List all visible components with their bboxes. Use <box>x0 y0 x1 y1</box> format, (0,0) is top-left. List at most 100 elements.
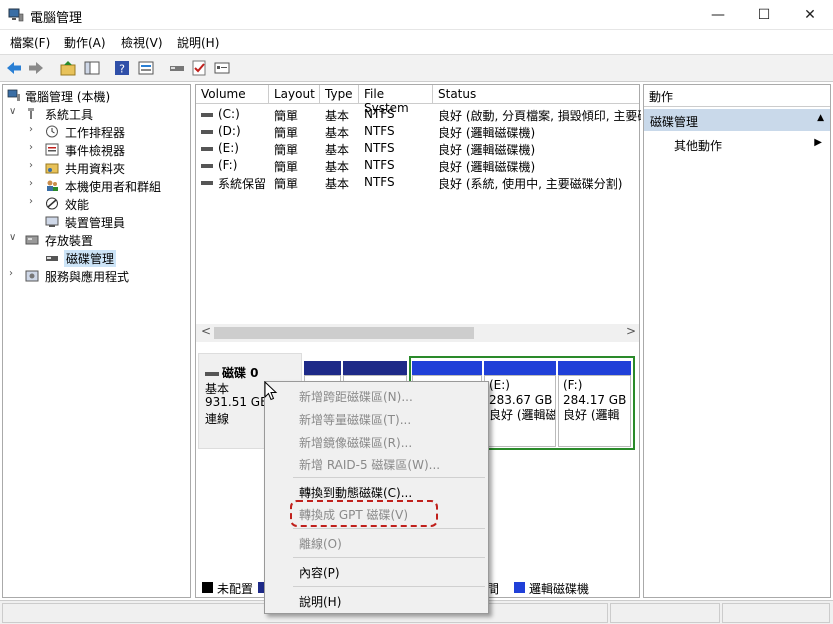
chevron-right-icon[interactable]: › <box>29 142 41 153</box>
volume-layout: 簡單 <box>274 126 299 140</box>
drive-icon <box>201 181 213 185</box>
chevron-right-icon[interactable]: › <box>29 124 41 135</box>
volume-type: 基本 <box>325 126 350 140</box>
partition-size: 284.17 GB <box>563 393 627 407</box>
menu-help[interactable]: 說明(H) <box>177 34 219 51</box>
chevron-right-icon[interactable]: › <box>29 160 41 171</box>
users-icon <box>47 180 58 191</box>
checklist-icon[interactable] <box>190 59 208 77</box>
disk-rescan-icon[interactable] <box>168 59 186 77</box>
mouse-cursor-icon <box>264 381 278 401</box>
chevron-right-icon[interactable]: › <box>29 196 41 207</box>
partition-size: 283.67 GB <box>489 393 553 407</box>
volume-name: 系統保留 <box>218 177 267 191</box>
svg-text:?: ? <box>119 63 125 76</box>
partition-label: (F:) <box>563 378 583 392</box>
settings-panel-icon[interactable] <box>213 59 231 77</box>
collapse-up-icon[interactable]: ▲ <box>817 113 824 123</box>
menu-item-new-striped-volume[interactable]: 新增等量磁碟區(T)... <box>299 411 411 428</box>
menu-item-convert-dynamic[interactable]: 轉換到動態磁碟(C)... <box>299 484 412 501</box>
menu-item-offline[interactable]: 離線(O) <box>299 535 342 552</box>
tree-label: 服務與應用程式 <box>45 270 130 284</box>
column-header-layout[interactable]: Layout <box>269 85 320 104</box>
maximize-button[interactable]: ☐ <box>741 0 787 30</box>
legend-label-logical: 邏輯磁碟機 <box>529 582 590 596</box>
up-folder-icon[interactable] <box>59 59 77 77</box>
partition-bar-primary <box>343 361 407 375</box>
volume-layout: 簡單 <box>274 143 299 157</box>
help-icon[interactable]: ? <box>113 59 131 77</box>
submenu-arrow-icon[interactable]: ▶ <box>814 137 822 148</box>
tree-label: 存放裝置 <box>45 234 94 248</box>
scroll-right-icon[interactable]: > <box>626 324 636 338</box>
tree-label: 效能 <box>65 198 90 212</box>
column-header-volume[interactable]: Volume <box>196 85 269 104</box>
partition-status: 良好 (邏輯磁 <box>489 408 556 422</box>
volume-type: 基本 <box>325 143 350 157</box>
volume-status: 良好 (邏輯磁碟機) <box>438 126 536 140</box>
menu-action[interactable]: 動作(A) <box>64 34 106 51</box>
performance-icon <box>46 197 58 210</box>
volume-status: 良好 (邏輯磁碟機) <box>438 160 536 174</box>
volume-type: 基本 <box>325 177 350 191</box>
title-bar: 電腦管理 — ☐ ✕ <box>0 0 833 30</box>
chevron-right-icon[interactable]: › <box>9 268 21 279</box>
more-actions-item[interactable]: 其他動作 <box>674 137 722 154</box>
back-arrow-icon[interactable] <box>5 59 23 77</box>
table-row[interactable]: (C:) 簡單 基本 NTFS 良好 (啟動, 分頁檔案, 損毀傾印, 主要磁 <box>196 106 641 123</box>
chevron-right-icon[interactable]: › <box>29 178 41 189</box>
drive-icon <box>201 130 213 134</box>
horizontal-scrollbar[interactable]: < > <box>196 324 639 342</box>
tree-label: 共用資料夾 <box>65 162 126 176</box>
tools-icon <box>28 108 34 119</box>
volume-fs: NTFS <box>364 158 395 172</box>
table-row[interactable]: (D:) 簡單 基本 NTFS 良好 (邏輯磁碟機) <box>196 123 641 140</box>
menu-item-new-raid5-volume[interactable]: 新增 RAID-5 磁碟區(W)... <box>299 456 440 473</box>
disk-size: 931.51 GB <box>205 395 269 409</box>
table-row[interactable]: 系統保留 簡單 基本 NTFS 良好 (系統, 使用中, 主要磁碟分割) <box>196 174 641 191</box>
status-segment <box>610 603 720 623</box>
storage-icon <box>25 235 39 245</box>
chevron-down-icon[interactable]: ∨ <box>9 106 21 117</box>
close-button[interactable]: ✕ <box>787 0 833 30</box>
device-manager-icon <box>45 216 59 227</box>
menu-view[interactable]: 檢視(V) <box>121 34 163 51</box>
properties-view-icon[interactable] <box>137 59 155 77</box>
partition-bar-logical <box>412 361 482 375</box>
menu-separator <box>293 477 485 478</box>
toolbar: ? <box>0 54 833 82</box>
shared-folder-icon <box>45 163 59 174</box>
partition-bar-logical <box>484 361 556 375</box>
column-header-status[interactable]: Status <box>433 85 639 104</box>
tree-label: 系統工具 <box>45 108 94 122</box>
minimize-button[interactable]: — <box>695 0 741 30</box>
menu-item-help[interactable]: 說明(H) <box>299 593 341 610</box>
legend-swatch-unallocated <box>202 582 213 593</box>
menu-item-new-spanned-volume[interactable]: 新增跨距磁碟區(N)... <box>299 388 413 405</box>
table-row[interactable]: (E:) 簡單 基本 NTFS 良好 (邏輯磁碟機) <box>196 140 641 157</box>
legend-swatch-logical <box>514 582 525 593</box>
table-row[interactable]: (F:) 簡單 基本 NTFS 良好 (邏輯磁碟機) <box>196 157 641 174</box>
partition-f[interactable]: (F:) 284.17 GB 良好 (邏輯 <box>558 375 631 447</box>
partition-e[interactable]: (E:) 283.67 GB 良好 (邏輯磁 <box>484 375 556 447</box>
legend-label-unallocated: 未配置 <box>217 582 254 596</box>
menu-file[interactable]: 檔案(F) <box>10 34 50 51</box>
section-label: 磁碟管理 <box>650 115 699 129</box>
volume-layout: 簡單 <box>274 109 299 123</box>
column-header-type[interactable]: Type <box>320 85 359 104</box>
forward-arrow-icon[interactable] <box>27 59 45 77</box>
partition-bar-logical <box>558 361 631 375</box>
disk-name: 磁碟 0 <box>205 364 259 381</box>
scrollbar-thumb[interactable] <box>214 327 474 339</box>
actions-section-disk-management[interactable]: 磁碟管理 ▲ <box>644 109 830 131</box>
volume-type: 基本 <box>325 160 350 174</box>
services-icon <box>25 270 39 282</box>
show-hide-tree-icon[interactable] <box>83 59 101 77</box>
volume-layout: 簡單 <box>274 177 299 191</box>
scroll-left-icon[interactable]: < <box>201 324 211 338</box>
chevron-down-icon[interactable]: ∨ <box>9 232 21 243</box>
column-header-filesystem[interactable]: File System <box>359 85 433 115</box>
menu-item-properties[interactable]: 內容(P) <box>299 564 340 581</box>
disk-management-icon <box>46 256 58 261</box>
menu-item-new-mirrored-volume[interactable]: 新增鏡像磁碟區(R)... <box>299 434 412 451</box>
